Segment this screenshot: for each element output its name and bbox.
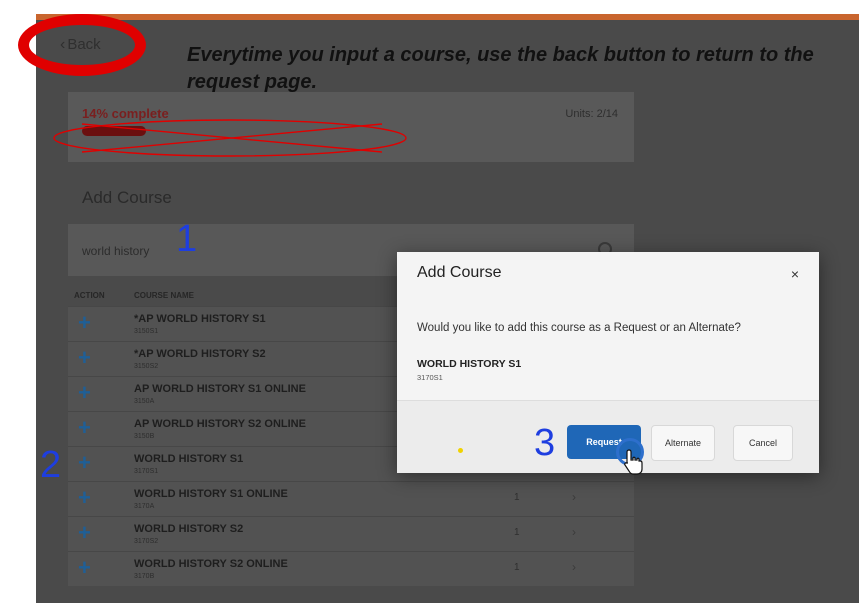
cancel-button[interactable]: Cancel	[733, 425, 793, 461]
plus-icon[interactable]: +	[78, 417, 91, 439]
progress-strike-annotation	[53, 119, 407, 157]
course-name: WORLD HISTORY S2 ONLINE	[134, 558, 288, 570]
back-highlight-circle	[18, 14, 146, 76]
alternate-button[interactable]: Alternate	[651, 425, 715, 461]
course-name: WORLD HISTORY S1	[134, 453, 244, 465]
course-units: 1	[514, 492, 520, 503]
plus-icon[interactable]: +	[78, 557, 91, 579]
plus-icon[interactable]: +	[78, 522, 91, 544]
course-code: 3150S1	[134, 328, 159, 335]
course-code: 3150A	[134, 398, 155, 405]
plus-icon[interactable]: +	[78, 487, 91, 509]
hand-pointer-icon	[624, 449, 643, 475]
add-course-modal: Add Course × Would you like to add this …	[397, 252, 819, 473]
chevron-right-icon[interactable]: ›	[572, 560, 576, 574]
modal-question: Would you like to add this course as a R…	[417, 322, 741, 334]
top-bar	[36, 14, 859, 20]
table-row: + WORLD HISTORY S1 ONLINE 3170A 1 ›	[68, 481, 634, 516]
course-units: 1	[514, 527, 520, 538]
units-label: Units: 2/14	[565, 108, 618, 120]
annotation-step-1: 1	[176, 218, 198, 260]
header-course-name: COURSE NAME	[134, 291, 195, 300]
instruction-text: Everytime you input a course, use the ba…	[187, 44, 814, 93]
search-value: world history	[82, 244, 150, 258]
course-code: 3150B	[134, 433, 155, 440]
cursor-trail-dot	[458, 448, 463, 453]
modal-title: Add Course	[417, 264, 502, 281]
annotation-step-3: 3	[534, 422, 556, 464]
add-course-heading: Add Course	[82, 188, 172, 207]
plus-icon[interactable]: +	[78, 382, 91, 404]
plus-icon[interactable]: +	[78, 312, 91, 334]
modal-course-code: 3170S1	[417, 373, 443, 382]
table-row: + WORLD HISTORY S2 ONLINE 3170B 1 ›	[68, 551, 634, 586]
course-name: AP WORLD HISTORY S2 ONLINE	[134, 418, 306, 430]
header-action: ACTION	[74, 291, 105, 300]
course-code: 3150S2	[134, 363, 159, 370]
plus-icon[interactable]: +	[78, 452, 91, 474]
course-name: AP WORLD HISTORY S1 ONLINE	[134, 383, 306, 395]
course-code: 3170B	[134, 573, 155, 580]
annotation-step-2: 2	[40, 444, 62, 486]
course-name: WORLD HISTORY S1 ONLINE	[134, 488, 288, 500]
course-name: *AP WORLD HISTORY S2	[134, 348, 266, 360]
chevron-right-icon[interactable]: ›	[572, 525, 576, 539]
close-icon[interactable]: ×	[791, 266, 799, 282]
course-code: 3170A	[134, 503, 155, 510]
course-units: 1	[514, 562, 520, 573]
course-name: WORLD HISTORY S2	[134, 523, 244, 535]
modal-course-name: WORLD HISTORY S1	[417, 358, 522, 370]
chevron-right-icon[interactable]: ›	[572, 490, 576, 504]
plus-icon[interactable]: +	[78, 347, 91, 369]
table-row: + WORLD HISTORY S2 3170S2 1 ›	[68, 516, 634, 551]
course-code: 3170S2	[134, 538, 159, 545]
course-code: 3170S1	[134, 468, 159, 475]
course-name: *AP WORLD HISTORY S1	[134, 313, 266, 325]
modal-footer: Request Alternate Cancel	[397, 400, 819, 473]
